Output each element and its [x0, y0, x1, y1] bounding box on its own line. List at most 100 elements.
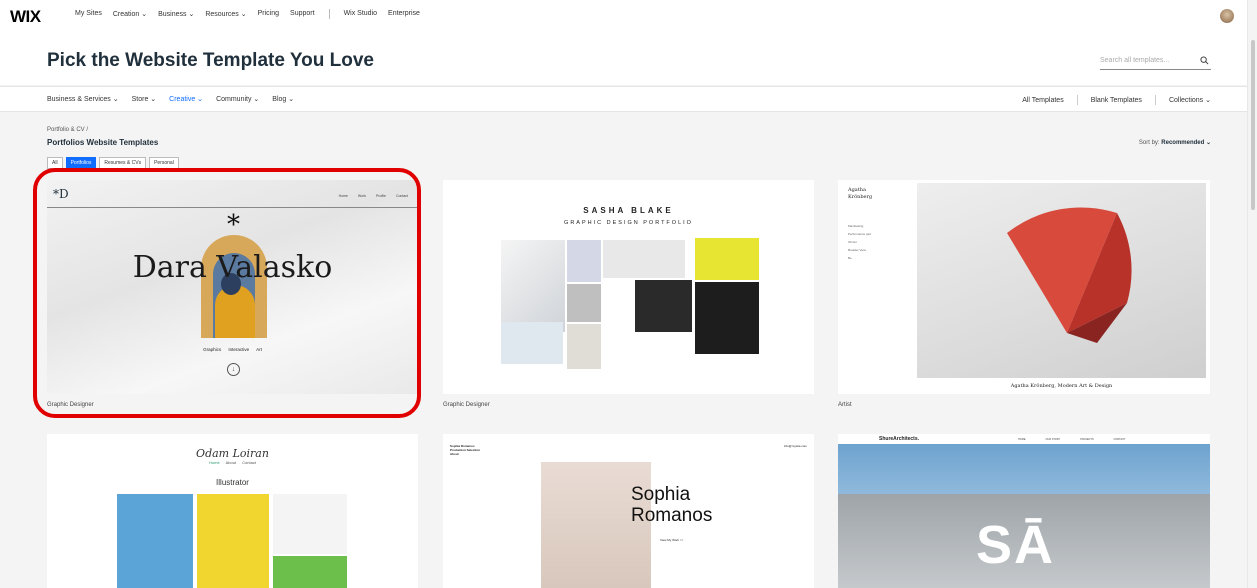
template-card-dara-valasko[interactable]: *D Home Work Profile Contact * Dara Vala…	[47, 180, 418, 394]
sort-value: Recommended ⌄	[1161, 140, 1211, 146]
template-card-agatha-kronberg[interactable]: Agatha Krönberg Manifesting Performance p…	[838, 180, 1210, 394]
preview-first-name: Sophia	[631, 484, 691, 505]
breadcrumb[interactable]: Portfolio & CV /	[47, 127, 88, 133]
search-placeholder: Search all templates...	[1100, 57, 1170, 64]
filter-portfolios[interactable]: Portfolios	[65, 157, 97, 169]
preview-title: SASHA BLAKE	[583, 206, 674, 215]
preview-menu-item: Profile	[376, 194, 386, 198]
page-scrollbar[interactable]	[1247, 0, 1257, 588]
portfolio-tile	[695, 282, 759, 354]
portfolio-tile	[567, 240, 601, 282]
preview-menu-item: Work	[357, 194, 367, 198]
section-title: Portfolios Website Templates	[47, 138, 159, 147]
preview-last-name: Krönberg	[848, 194, 873, 200]
user-avatar[interactable]	[1220, 9, 1234, 23]
portfolio-tile	[501, 322, 563, 364]
nav-pricing[interactable]: Pricing	[258, 10, 279, 20]
search-input[interactable]: Search all templates...	[1100, 55, 1211, 70]
preview-cta: View My Work >>	[660, 538, 684, 542]
portfolio-tile	[695, 238, 759, 280]
portfolio-tile	[635, 280, 692, 332]
category-blog[interactable]: Blog ⌄	[272, 95, 294, 103]
category-business-services[interactable]: Business & Services ⌄	[47, 95, 119, 103]
portfolio-tile	[567, 284, 601, 322]
preview-menu-item: HOME	[1018, 438, 1026, 441]
template-card-shure-architects[interactable]: ShureArchitects. HOME OUR STORY PROJECTS…	[838, 434, 1210, 588]
category-store[interactable]: Store ⌄	[132, 95, 157, 103]
collections-link[interactable]: Collections ⌄	[1169, 96, 1211, 104]
template-card-sasha-blake[interactable]: SASHA BLAKE GRAPHIC DESIGN PORTFOLIO	[443, 180, 814, 394]
scrollbar-thumb[interactable]	[1251, 40, 1255, 210]
nav-enterprise[interactable]: Enterprise	[388, 10, 420, 20]
template-card-odam-loiran[interactable]: Odam Loiran Home About Contact Illustrat…	[47, 434, 418, 588]
preview-menu-item: Broader View	[848, 248, 866, 252]
page-title: Pick the Website Template You Love	[47, 50, 374, 71]
preview-subtitle: GRAPHIC DESIGN PORTFOLIO	[564, 220, 693, 226]
illustration-tile	[117, 494, 193, 588]
preview-name: Dara Valasko	[132, 250, 333, 285]
nav-resources[interactable]: Resources ⌄	[205, 10, 246, 20]
preview-menu: HOME OUR STORY PROJECTS CONTACT	[1018, 438, 1126, 441]
illustration-tile	[273, 494, 347, 554]
nav-business[interactable]: Business ⌄	[158, 10, 194, 20]
category-community[interactable]: Community ⌄	[216, 95, 259, 103]
all-templates-link[interactable]: All Templates	[1022, 97, 1064, 104]
template-links: All Templates Blank Templates Collection…	[1022, 95, 1211, 105]
portfolio-tile	[567, 324, 601, 369]
preview-divider	[47, 207, 418, 208]
preview-caption: Agatha Krönberg, Modern Art & Design	[1010, 383, 1113, 389]
preview-name: Sophia Romanos	[631, 484, 712, 526]
preview-brand: ShureArchitects.	[879, 436, 920, 442]
nav-wix-studio[interactable]: Wix Studio	[344, 10, 377, 20]
preview-artwork-photo	[917, 183, 1206, 378]
preview-name: Odam Loiran	[196, 447, 269, 460]
illustration-tile	[197, 494, 269, 588]
link-divider	[1154, 95, 1156, 105]
preview-menu-item: PROJECTS	[1080, 438, 1094, 441]
preview-name: Agatha Krönberg	[848, 187, 872, 201]
preview-tags: Graphics Interactive Art	[203, 347, 262, 352]
preview-nav-item: About	[225, 460, 237, 465]
template-label[interactable]: Graphic Designer	[47, 402, 94, 408]
nav-creation[interactable]: Creation ⌄	[113, 10, 147, 20]
portfolio-tile	[501, 240, 565, 332]
nav-my-sites[interactable]: My Sites	[75, 10, 102, 20]
filter-chips: All Portfolios Resumes & CVs Personal	[47, 157, 179, 169]
blank-templates-link[interactable]: Blank Templates	[1091, 97, 1142, 104]
illustration-tile	[273, 556, 347, 588]
preview-last-name: Romanos	[631, 505, 713, 526]
top-navbar: WIX My Sites Creation ⌄ Business ⌄ Resou…	[0, 0, 1257, 30]
sort-dropdown[interactable]: Sort by: Recommended ⌄	[1139, 139, 1211, 146]
preview-menu-item: OUR STORY	[1045, 438, 1061, 441]
preview-email: info@mysite.com	[783, 444, 807, 448]
preview-menu-item: Ob'ekt	[848, 240, 857, 244]
preview-top-left: Sophia Romanos Production Selection Abou…	[450, 444, 480, 456]
sort-label: Sort by:	[1138, 140, 1160, 146]
filter-resumes-cvs[interactable]: Resumes & CVs	[99, 157, 147, 169]
preview-nav-item: Contact	[242, 460, 256, 465]
red-fan-artwork	[1007, 207, 1132, 343]
nav-support[interactable]: Support	[290, 10, 315, 20]
preview-nav: Home About Contact	[47, 460, 418, 465]
preview-menu-item: Manifesting	[848, 224, 864, 228]
search-icon[interactable]	[1200, 56, 1209, 65]
template-label[interactable]: Artist	[838, 402, 852, 408]
preview-menu-item: Home	[338, 194, 348, 198]
scroll-down-icon: ↓	[227, 363, 240, 376]
preview-menu-item: Contact	[395, 194, 408, 198]
template-card-sophia-romanos[interactable]: Sophia Romanos Production Selection Abou…	[443, 434, 814, 588]
nav-divider	[328, 9, 330, 19]
preview-first-name: Agatha	[848, 187, 867, 193]
wix-logo[interactable]: WIX	[10, 7, 41, 27]
preview-menu-item: Be	[848, 256, 852, 260]
preview-menu: Manifesting Performance part Ob'ekt Broa…	[848, 222, 871, 262]
preview-logo-mark: *D	[53, 187, 69, 201]
category-menu: Business & Services ⌄ Store ⌄ Creative ⌄…	[47, 95, 294, 103]
preview-menu-item: Performance part	[848, 232, 872, 236]
filter-all[interactable]: All	[47, 157, 63, 169]
category-creative[interactable]: Creative ⌄	[169, 95, 203, 103]
portfolio-tile	[603, 240, 685, 278]
template-label[interactable]: Graphic Designer	[443, 402, 490, 408]
filter-personal[interactable]: Personal	[149, 157, 179, 169]
preview-menu: Home Work Profile Contact	[339, 194, 408, 198]
